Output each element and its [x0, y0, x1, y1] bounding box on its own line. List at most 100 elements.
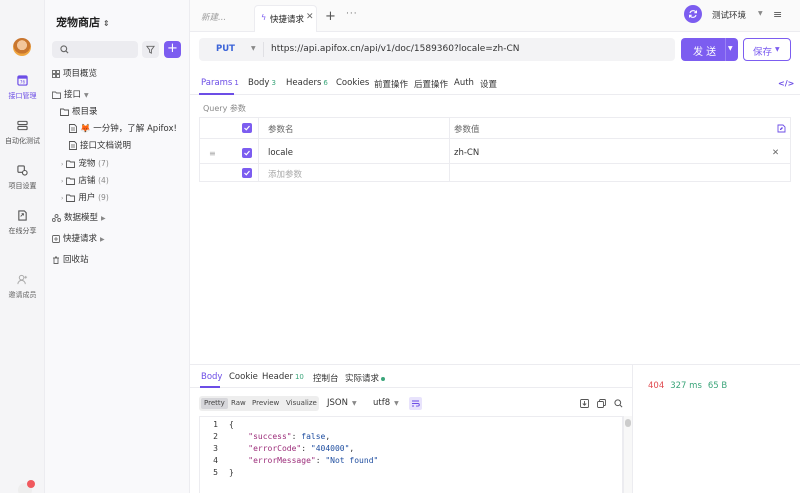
language-select[interactable]: JSON ▼	[327, 398, 357, 408]
notification-button[interactable]	[18, 480, 35, 493]
row-checkbox[interactable]	[242, 148, 252, 158]
rail-item-automation[interactable]: 自动化测试	[0, 120, 45, 146]
response-body-viewer[interactable]: 1 2 3 4 5 { "success": false, "errorCode…	[199, 416, 623, 493]
response-status: 404 327 ms 65 B	[648, 381, 727, 391]
tree-folder-pets[interactable]: › 宠物 (7)	[61, 156, 109, 171]
tab-label: Cookie	[229, 372, 258, 382]
tab-headers[interactable]: Headers 6	[286, 78, 328, 88]
rail-item-project-settings[interactable]: 项目设置	[0, 165, 45, 191]
tab-cookies[interactable]: Cookies	[336, 78, 369, 88]
tab-params[interactable]: Params 1	[201, 78, 239, 88]
caret-right-icon: ›	[61, 178, 64, 185]
tree-label: 项目概览	[63, 69, 98, 79]
tree-item-root[interactable]: 根目录	[60, 105, 98, 120]
json-value: "Not found"	[325, 456, 379, 465]
tab-label: 后置操作	[414, 80, 449, 90]
caret-right-icon: ›	[61, 195, 64, 202]
tab-response-header[interactable]: Header 10	[262, 372, 304, 382]
code-icon[interactable]: </>	[778, 79, 794, 88]
scrollbar[interactable]	[623, 416, 632, 493]
response-size: 65 B	[707, 381, 728, 391]
send-button[interactable]: 发 送 ▼	[681, 38, 738, 61]
rail-item-invite-members[interactable]: 邀请成员	[0, 274, 45, 300]
tree-label: 🦊 一分钟，了解 Apifox!	[80, 124, 177, 134]
tab-response-cookie[interactable]: Cookie	[229, 372, 258, 382]
code-line: "errorMessage": "Not found"	[248, 456, 379, 465]
select-all-checkbox[interactable]	[242, 123, 252, 133]
new-tab-button[interactable]: +	[325, 9, 336, 24]
drag-handle-icon[interactable]: ≡	[209, 149, 216, 158]
add-param-input[interactable]: 添加参数	[268, 168, 302, 180]
tree-label: 接口	[64, 90, 82, 100]
tree-item-quick-requests[interactable]: 快捷请求 ▶	[52, 232, 105, 247]
url-input[interactable]: https://api.apifox.cn/api/v1/doc/1589360…	[271, 44, 520, 54]
environment-icon[interactable]	[684, 5, 702, 23]
rail-item-online-share[interactable]: 在线分享	[0, 210, 45, 236]
wrap-lines-button[interactable]	[409, 397, 422, 410]
tree-item-doc-readme[interactable]: 接口文档说明	[69, 139, 131, 154]
filter-button[interactable]	[142, 41, 159, 58]
tab-label: Cookies	[336, 78, 370, 88]
project-name: 宠物商店	[56, 16, 100, 29]
column-header-name: 参数名	[268, 125, 294, 135]
invite-icon	[17, 274, 28, 285]
close-icon[interactable]: ✕	[306, 12, 314, 22]
tree-item-doc-intro[interactable]: 🦊 一分钟，了解 Apifox!	[69, 122, 177, 137]
tab-console[interactable]: 控制台	[313, 372, 339, 384]
copy-button[interactable]	[597, 399, 606, 411]
search-response-button[interactable]	[614, 399, 623, 411]
tab-response-body[interactable]: Body	[201, 372, 222, 382]
format-preview[interactable]: Preview	[249, 398, 282, 409]
tab-auth[interactable]: Auth	[454, 78, 474, 88]
format-pretty[interactable]: Pretty	[201, 398, 228, 409]
tree-folder-stores[interactable]: › 店铺 (4)	[61, 173, 109, 188]
delete-row-icon[interactable]: ✕	[772, 148, 779, 158]
tab-actual-request[interactable]: 实际请求	[345, 372, 386, 384]
tree-folder-users[interactable]: › 用户 (9)	[61, 190, 109, 205]
tree-label: 回收站	[63, 255, 89, 265]
param-value-input[interactable]: zh-CN	[454, 148, 479, 158]
save-button[interactable]: 保存 ▼	[743, 38, 791, 61]
encoding-select[interactable]: utf8 ▼	[373, 398, 399, 408]
chevron-down-icon[interactable]: ▼	[728, 45, 733, 52]
tab-new[interactable]: 新建...	[201, 11, 226, 23]
format-raw[interactable]: Raw	[228, 398, 249, 409]
bulk-edit-icon[interactable]	[777, 124, 786, 136]
tab-pre-operations[interactable]: 前置操作	[374, 78, 408, 90]
tab-count: 6	[323, 79, 328, 87]
environment-select[interactable]: 测试环境 ▼	[707, 5, 769, 24]
row-checkbox[interactable]	[242, 168, 252, 178]
tab-label: 设置	[480, 80, 498, 90]
tree-item-api[interactable]: 接口 ▼	[52, 88, 89, 103]
more-tabs-button[interactable]: ···	[346, 9, 358, 19]
avatar[interactable]	[13, 38, 31, 56]
response-time: 327 ms	[670, 381, 702, 391]
tree-item-data-models[interactable]: 数据模型 ▶	[52, 211, 106, 226]
tab-settings[interactable]: 设置	[480, 78, 497, 90]
tab-body[interactable]: Body 3	[248, 78, 276, 88]
param-name-input[interactable]: locale	[268, 148, 293, 158]
tab-post-operations[interactable]: 后置操作	[414, 78, 448, 90]
add-button[interactable]: +	[164, 41, 181, 58]
download-button[interactable]	[580, 399, 589, 411]
format-visualize[interactable]: Visualize	[283, 398, 320, 409]
tree-label: 用户	[78, 193, 96, 203]
tree-label: 数据模型	[64, 213, 99, 223]
tab-quick-request[interactable]: ϟ 快捷请求 ✕	[254, 5, 317, 32]
project-switcher[interactable]: 宠物商店 ⇕	[56, 14, 110, 30]
url-bar: PUT ▼ https://api.apifox.cn/api/v1/doc/1…	[199, 38, 675, 61]
scrollbar-thumb[interactable]	[625, 419, 631, 427]
chevron-down-icon: ▼	[251, 45, 256, 52]
tree-item-overview[interactable]: 项目概览	[52, 67, 97, 82]
wrap-icon	[412, 400, 420, 407]
menu-icon[interactable]: ≡	[773, 8, 782, 21]
search-input[interactable]	[52, 41, 138, 58]
tree-label: 宠物	[78, 159, 96, 169]
automation-icon	[17, 120, 28, 131]
active-tab-indicator	[199, 93, 234, 95]
method-select[interactable]: PUT	[216, 44, 235, 54]
tab-label: Body	[201, 372, 223, 382]
project-panel: 宠物商店 ⇕ + 项目概览 接口 ▼ 根目录 🦊 一分钟，了解 Apifox! 接口…	[45, 0, 190, 493]
rail-item-api-management[interactable]: 76 接口管理	[0, 75, 45, 101]
tree-item-recycle-bin[interactable]: 回收站	[52, 253, 89, 268]
